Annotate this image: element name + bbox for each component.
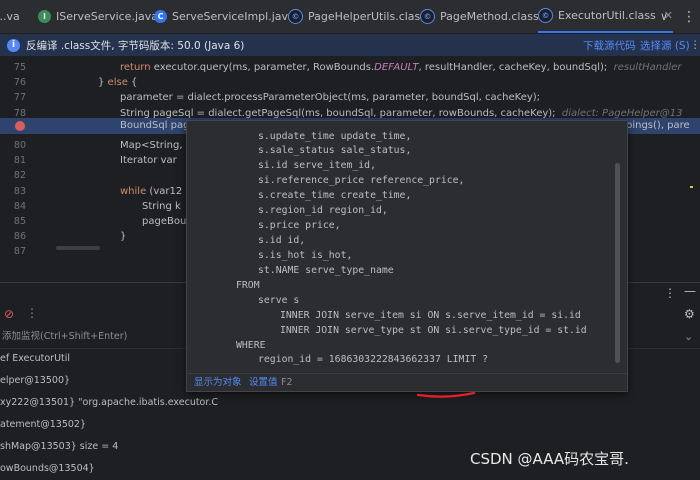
variable-text: owBounds@13504}	[0, 463, 95, 474]
horizontal-scrollbar[interactable]	[56, 246, 100, 250]
variable-text: ef ExecutorUtil	[0, 353, 71, 364]
sql-line: s.region_id region_id,	[258, 205, 388, 216]
sql-line: region_id = 1686303222843662337 LIMIT ?	[258, 354, 489, 365]
sql-line: INNER JOIN serve_item si ON s.serve_item…	[280, 310, 581, 321]
sql-line: s.price price,	[258, 220, 341, 231]
sql-line: si.reference_price reference_price,	[258, 175, 465, 186]
tab-label: PageMethod.class	[440, 10, 539, 23]
class-c-icon: C	[154, 10, 167, 23]
code-text-tail: pings(), pare	[626, 120, 690, 131]
sql-line: FROM	[236, 280, 260, 291]
tab-label: PageHelperUtils.class	[308, 10, 427, 23]
minimize-icon[interactable]: —	[684, 284, 696, 298]
tab-label: IServeService.java	[56, 10, 158, 23]
choose-sources-link[interactable]: 选择源 (S)	[640, 38, 690, 53]
variable-text: atement@13502}	[0, 419, 87, 430]
class-file-icon: ©	[420, 9, 435, 24]
class-file-icon: ©	[288, 9, 303, 24]
code-text: BoundSql pag	[120, 120, 190, 131]
tab-list-toggle[interactable]: ∨	[660, 10, 668, 23]
variable-text: xy222@13501} "org.apache.ibatis.executor…	[0, 397, 219, 408]
sql-line: st.NAME serve_type_name	[258, 265, 394, 276]
variable-text: elper@13500}	[0, 375, 71, 386]
sql-line: serve s	[258, 295, 300, 306]
info-icon: i	[7, 38, 20, 52]
tab-iserveservice[interactable]: I IServeService.java	[38, 0, 158, 33]
tab-label: ExecutorUtil.class	[558, 9, 656, 22]
csdn-watermark: CSDN @AAA码农宝哥.	[470, 450, 629, 468]
more-vertical-icon[interactable]: ⋮	[690, 39, 700, 51]
sql-line: WHERE	[236, 340, 266, 351]
watch-placeholder: 添加监视(Ctrl+Shift+Enter)	[2, 331, 128, 342]
more-vertical-icon[interactable]: ⋮	[664, 286, 676, 300]
sql-line: s.is_hot is_hot,	[258, 250, 353, 261]
settings-icon[interactable]: ⚙	[684, 307, 695, 321]
tab-label: ServeServiceImpl.java	[172, 10, 295, 23]
sql-line: s.sale_status sale_status,	[258, 145, 412, 156]
chevron-down-icon[interactable]: ∨	[660, 0, 668, 33]
popup-scrollbar[interactable]	[615, 163, 620, 363]
sql-line: s.create_time create_time,	[258, 190, 412, 201]
variable-row[interactable]: atement@13502}	[0, 414, 700, 436]
breakpoint-icon[interactable]	[15, 121, 25, 131]
download-sources-link[interactable]: 下载源代码	[583, 38, 636, 53]
tab-label: ...va	[0, 10, 20, 23]
more-vertical-icon[interactable]: ⋮	[26, 306, 38, 320]
interface-i-icon: I	[38, 10, 51, 23]
decompile-notice: 反编译 .class文件, 字节码版本: 50.0 (Java 6)	[26, 39, 245, 52]
class-file-icon: ©	[538, 8, 553, 23]
variable-row[interactable]: xy222@13501} "org.apache.ibatis.executor…	[0, 392, 700, 414]
set-value-link[interactable]: 设置值	[249, 374, 278, 392]
tab-pagehelperutils[interactable]: © PageHelperUtils.class	[288, 0, 426, 33]
line-number: 87	[13, 246, 26, 257]
value-popup[interactable]: s.update_time update_time, s.sale_status…	[186, 120, 628, 398]
error-stripe-marker[interactable]	[690, 186, 693, 188]
popup-footer: 显示为对象 设置值 F2	[187, 373, 627, 392]
set-value-shortcut: F2	[281, 377, 293, 388]
tab-options[interactable]: ⋮	[682, 9, 696, 25]
tab-pagemethod[interactable]: © PageMethod.class	[420, 0, 539, 33]
tab-executorutil[interactable]: © ExecutorUtil.class ✕	[538, 0, 673, 33]
mute-breakpoints-icon[interactable]: ⊘	[4, 307, 14, 321]
decompiled-info-bar: i 反编译 .class文件, 字节码版本: 50.0 (Java 6) 下载源…	[0, 34, 700, 56]
tab-serveserviceimpl[interactable]: C ServeServiceImpl.java	[154, 0, 295, 33]
sql-line: INNER JOIN serve_type st ON si.serve_typ…	[280, 325, 587, 336]
more-vertical-icon[interactable]: ⋮	[682, 0, 696, 33]
red-annotation-underline	[416, 391, 476, 398]
view-as-object-link[interactable]: 显示为对象	[194, 374, 242, 392]
variable-text: shMap@13503} size = 4	[0, 441, 119, 452]
tab-hidden-java[interactable]: ...va	[0, 0, 20, 33]
sql-line: s.id id,	[258, 235, 306, 246]
popup-sql-text: s.update_time update_time, s.sale_status…	[187, 121, 613, 373]
sql-line: si.id serve_item_id,	[258, 160, 376, 171]
sql-line: s.update_time update_time,	[258, 131, 412, 142]
chevron-down-icon[interactable]: ⌄	[684, 326, 693, 348]
editor-tab-bar: ...va I IServeService.java C ServeServic…	[0, 0, 700, 34]
